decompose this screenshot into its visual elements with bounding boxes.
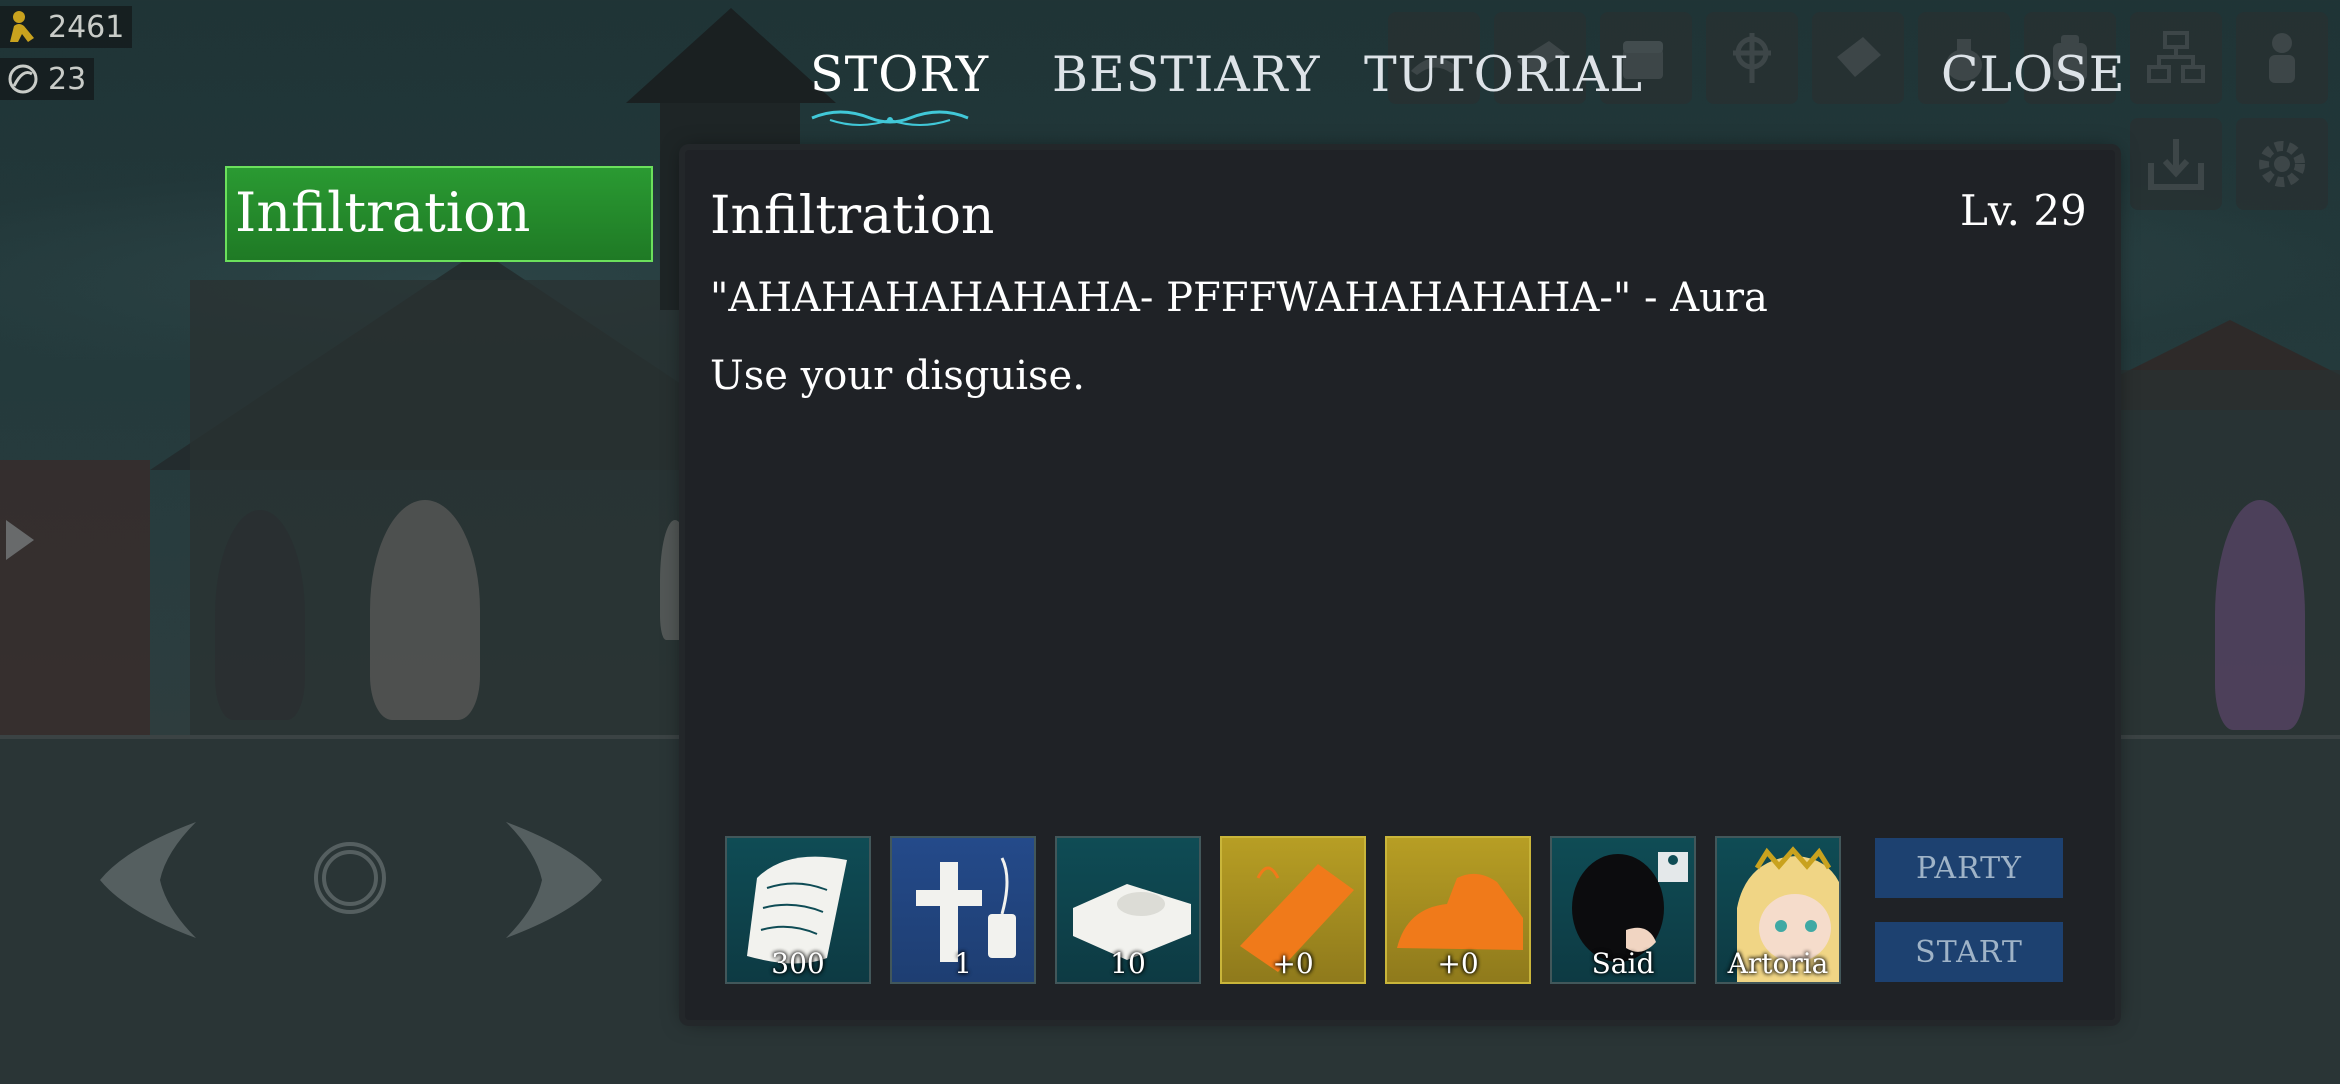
quest-level: Lv. 29 <box>1960 186 2087 235</box>
reward-party-member-said[interactable]: Said <box>1550 836 1696 984</box>
gold-count: 2461 <box>48 9 125 45</box>
tab-tutorial[interactable]: TUTORIAL <box>1364 46 1643 103</box>
background-character-light <box>370 500 480 720</box>
gold-counter: 2461 <box>0 6 133 48</box>
quest-title: Infiltration <box>710 186 995 246</box>
quest-quote: "AHAHAHAHAHAHA- PFFFWAHAHAHAHA-" - Aura <box>710 275 1768 321</box>
potion-counter: 23 <box>0 58 95 100</box>
person-icon <box>2269 33 2295 83</box>
quest-description: Use your disguise. <box>710 353 1085 399</box>
potion-count: 23 <box>48 61 87 97</box>
reward-cross-phone[interactable]: 1 <box>890 836 1036 984</box>
background-character-dark <box>215 510 305 720</box>
save-button[interactable] <box>2130 118 2222 210</box>
card-icon <box>1837 37 1881 77</box>
start-button[interactable]: START <box>1875 922 2063 982</box>
active-tab-flourish <box>811 110 969 126</box>
interact-circle-icon[interactable] <box>312 840 388 916</box>
reward-xp-scroll[interactable]: 300 <box>725 836 871 984</box>
gold-figure-icon <box>10 11 34 42</box>
hierarchy-button[interactable] <box>2130 12 2222 104</box>
swirl-potion-icon <box>8 64 38 94</box>
target-icon <box>1733 33 1771 83</box>
gear-icon <box>2259 141 2305 187</box>
reward-party-member-artoria[interactable]: Artoria <box>1715 836 1841 984</box>
quest-list-item-infiltration[interactable]: Infiltration <box>225 166 653 262</box>
scroll-left-arrow-icon[interactable] <box>0 510 40 570</box>
move-right-icon[interactable] <box>500 818 606 942</box>
background-stall <box>0 460 150 740</box>
move-left-icon[interactable] <box>96 818 202 942</box>
reward-label: 1 <box>954 947 972 980</box>
save-icon <box>2148 139 2204 190</box>
tab-story[interactable]: STORY <box>810 46 989 103</box>
reward-label: Artoria <box>1727 947 1829 980</box>
person-button[interactable] <box>2236 12 2328 104</box>
hierarchy-icon <box>2147 31 2205 83</box>
reward-label: Said <box>1591 947 1655 980</box>
reward-label: +0 <box>1272 947 1314 980</box>
settings-button[interactable] <box>2236 118 2328 210</box>
reward-label: 300 <box>771 947 825 980</box>
reward-label: +0 <box>1437 947 1479 980</box>
reward-label: 10 <box>1110 947 1146 980</box>
background-tower-roof <box>626 8 836 103</box>
reward-orange-item[interactable]: +0 <box>1385 836 1531 984</box>
target-button[interactable] <box>1706 12 1798 104</box>
reward-bed[interactable]: 10 <box>1055 836 1201 984</box>
tab-bestiary[interactable]: BESTIARY <box>1052 46 1321 103</box>
card-button[interactable] <box>1812 12 1904 104</box>
background-character-purple <box>2215 500 2305 730</box>
reward-orange-card[interactable]: +0 <box>1220 836 1366 984</box>
party-button[interactable]: PARTY <box>1875 838 2063 898</box>
tab-close[interactable]: CLOSE <box>1941 46 2126 103</box>
